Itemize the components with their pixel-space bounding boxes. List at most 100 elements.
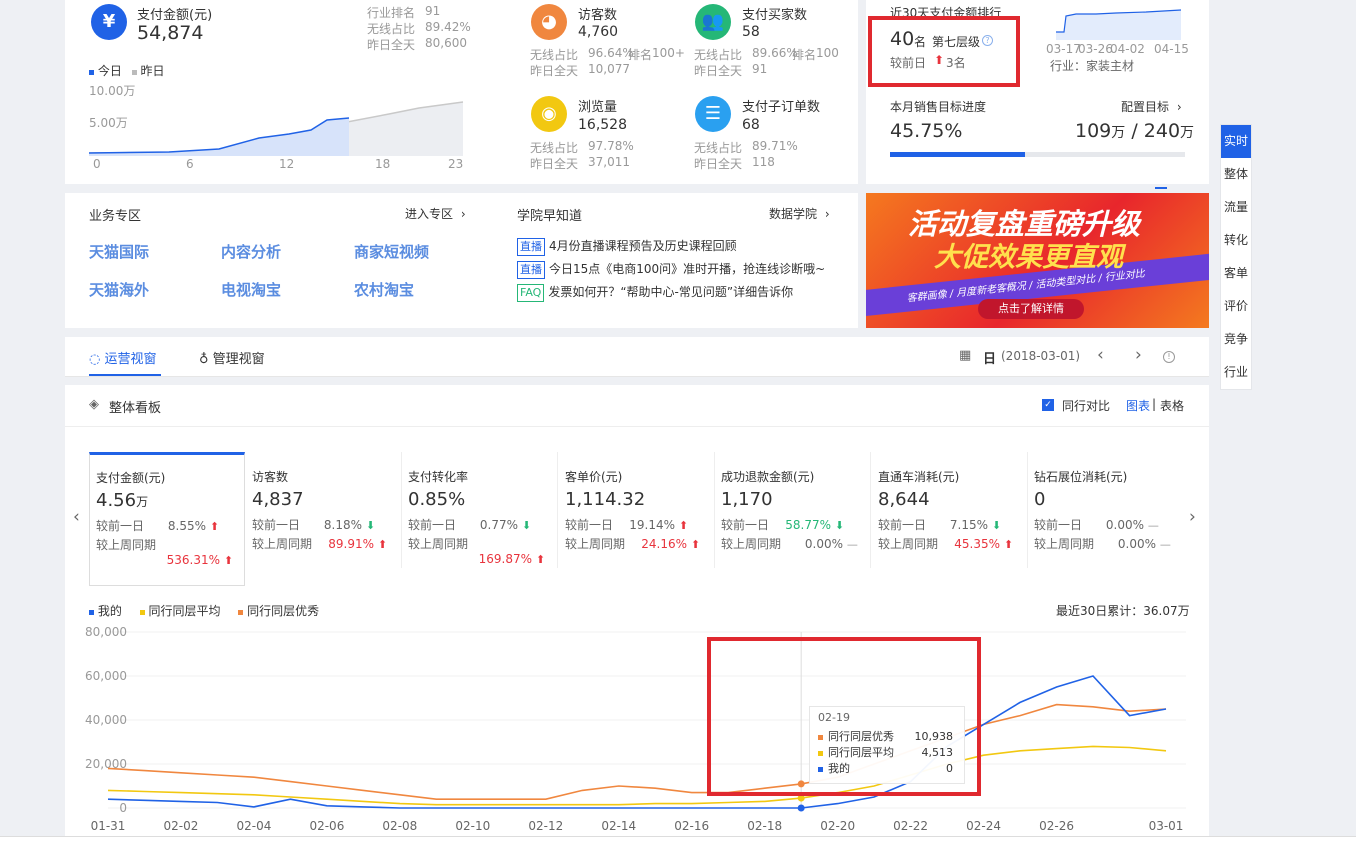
legend-yesterday: 昨日 (140, 64, 165, 78)
arrow-up-icon: ⬆ (678, 519, 689, 532)
kpi-card[interactable]: 钻石展位消耗(元) 0 较前一日 0.00% — 较上周同期 0.00% — (1028, 452, 1184, 568)
kpi-day-value: 8.55% (167, 519, 207, 533)
arrow-down-icon: ⬇ (991, 519, 1002, 532)
kpi-card[interactable]: 成功退款金额(元) 1,170 较前一日 58.77% ⬇ 较上周同期 0.00% … (715, 452, 871, 568)
pageviews-wireless-value: 97.78% (588, 139, 634, 153)
promo-banner[interactable]: 活动复盘重磅升级 大促效果更直观 客群画像 / 月度新老客概况 / 活动类型对比… (866, 193, 1209, 328)
carousel-dots[interactable] (1155, 174, 1183, 208)
legend-yesterday-swatch (131, 70, 137, 75)
link-tmall-overseas[interactable]: 天猫海外 (89, 279, 149, 300)
enter-zone-link[interactable]: 进入专区 › (405, 205, 466, 222)
ranking-x-3: 04-02 (1110, 42, 1145, 56)
sub-orders-label: 支付子订单数 (742, 100, 821, 115)
kpi-title: 成功退款金额(元) (721, 470, 815, 484)
kpi-card[interactable]: 访客数 4,837 较前一日 8.18% ⬇ 较上周同期 89.91% ⬆ (246, 452, 402, 568)
buyers-rank-label: 排名 (792, 48, 817, 62)
toggle-separator: | (1152, 397, 1157, 411)
link-tv-taobao[interactable]: 电视淘宝 (221, 279, 281, 300)
side-nav-conversion[interactable]: 转化 (1221, 224, 1251, 257)
kpi-week-label: 较上周同期 (565, 537, 626, 551)
tooltip-highlight-box (707, 637, 981, 796)
flat-icon: — (1147, 519, 1159, 532)
link-tmall-intl[interactable]: 天猫国际 (89, 241, 149, 262)
news-item[interactable]: 直播 今日15点《电商100问》准时开播，抢连线诊断哦~ (517, 260, 825, 279)
side-nav-competition[interactable]: 竞争 (1221, 323, 1251, 356)
kpi-week-label: 较上周同期 (408, 537, 469, 551)
y-tick-label: 60,000 (85, 669, 127, 683)
kpi-day-label: 较前一日 (878, 518, 927, 532)
enter-zone-label: 进入专区 (405, 207, 454, 221)
date-unit[interactable]: 日 (983, 348, 996, 367)
link-short-video[interactable]: 商家短视频 (354, 241, 429, 262)
kpi-week-label: 较上周同期 (878, 537, 939, 551)
news-item[interactable]: FAQ 发票如何开？“帮助中心-常见问题”详细告诉你 (517, 283, 825, 302)
link-content-analysis[interactable]: 内容分析 (221, 241, 281, 262)
kpi-value: 1,114.32 (565, 489, 708, 510)
sub-orders-yesterday-value: 118 (752, 155, 775, 169)
kpi-card[interactable]: 客单价(元) 1,114.32 较前一日 19.14% ⬆ 较上周同期 24.16%… (559, 452, 715, 568)
legend-excellent[interactable]: 同行同层优秀 (247, 604, 319, 618)
news-item[interactable]: 直播 4月份直播课程预告及历史课程回顾 (517, 237, 825, 256)
kpi-day-label: 较前一日 (721, 518, 770, 532)
calendar-icon[interactable]: ▦ (959, 348, 971, 363)
ranking-x-2: 03-26 (1078, 42, 1113, 56)
prev-date-icon[interactable]: ‹ (1097, 345, 1104, 365)
help-icon[interactable]: ! (1163, 351, 1175, 363)
side-nav-traffic[interactable]: 流量 (1221, 191, 1251, 224)
chart-toggle[interactable]: 图表 (1126, 397, 1150, 414)
kpi-row-day: 较前一日 8.18% ⬇ (252, 516, 395, 533)
ranking-trend-chart (1056, 9, 1181, 40)
config-target-label: 配置目标 (1121, 100, 1170, 114)
legend-mine[interactable]: 我的 (98, 604, 122, 618)
kpi-week-value: 89.91% (328, 537, 375, 551)
academy-title: 学院早知道 (517, 209, 583, 224)
side-nav-review[interactable]: 评价 (1221, 290, 1251, 323)
ranking-x-1: 03-17 (1046, 42, 1081, 56)
legend-avg[interactable]: 同行同层平均 (149, 604, 221, 618)
table-toggle[interactable]: 表格 (1160, 397, 1184, 414)
kpi-day-value: 58.77% (785, 518, 832, 532)
kpi-day-label: 较前一日 (565, 518, 614, 532)
kpi-title: 支付金额(元) (96, 471, 166, 485)
side-nav-overall[interactable]: 整体 (1221, 158, 1251, 191)
sub-orders-value: 68 (742, 117, 760, 133)
config-target-link[interactable]: 配置目标 › (1121, 98, 1182, 115)
cumulative-value: 36.07万 (1143, 604, 1190, 618)
y-tick-label: 40,000 (85, 713, 127, 727)
buyers-label: 支付买家数 (742, 8, 808, 23)
compare-checkbox[interactable]: ✓ (1042, 399, 1054, 411)
side-nav-order[interactable]: 客单 (1221, 257, 1251, 290)
kpi-title: 直通车消耗(元) (878, 470, 960, 484)
kpi-card[interactable]: 支付金额(元) 4.56万 较前一日 8.55% ⬆ 较上周同期 536.31% ⬆ (89, 452, 245, 586)
medal-icon: ♁ (199, 352, 209, 367)
next-date-icon[interactable]: › (1135, 345, 1142, 365)
side-nav: 实时 整体 流量 转化 客单 评价 竞争 行业 (1220, 124, 1252, 390)
link-rural-taobao[interactable]: 农村淘宝 (354, 279, 414, 300)
tab-underline (89, 374, 161, 376)
tab-mgmt-label: 管理视窗 (212, 352, 265, 367)
kpi-card[interactable]: 直通车消耗(元) 8,644 较前一日 7.15% ⬇ 较上周同期 45.35% ⬆ (872, 452, 1028, 568)
tab-ops-view[interactable]: ◌ 运营视窗 (89, 348, 157, 367)
flat-icon: — (1159, 538, 1171, 551)
x-tick-label: 02-16 (674, 819, 709, 833)
kpi-card[interactable]: 支付转化率 0.85% 较前一日 0.77% ⬇ 较上周同期 169.87% ⬆ (402, 452, 558, 568)
kpi-next-icon[interactable]: › (1189, 507, 1196, 527)
chevron-right-icon: › (1176, 100, 1182, 114)
data-academy-link[interactable]: 数据学院 › (769, 205, 830, 222)
side-nav-industry[interactable]: 行业 (1221, 356, 1251, 389)
carousel-dot-1[interactable] (1155, 187, 1167, 189)
kpi-prev-icon[interactable]: ‹ (73, 507, 80, 527)
visitors-wireless-value: 96.64% (588, 46, 634, 60)
tab-mgmt-view[interactable]: ♁ 管理视窗 (199, 348, 265, 367)
news-text: 发票如何开？“帮助中心-常见问题”详细告诉你 (548, 285, 794, 299)
kpi-day-value: 8.18% (323, 518, 363, 532)
side-nav-realtime[interactable]: 实时 (1221, 125, 1251, 158)
x-tick-label: 02-04 (236, 819, 271, 833)
legend-avg-swatch (139, 610, 145, 615)
banner-cta-button[interactable]: 点击了解详情 (978, 299, 1084, 319)
kpi-row-day: 较前一日 8.55% ⬆ (96, 517, 238, 534)
x-tick-label: 02-02 (164, 819, 199, 833)
arrow-up-icon: ⬆ (690, 538, 701, 551)
visitors-yesterday-label: 昨日全天 (530, 64, 579, 78)
academy-news-list: 直播 4月份直播课程预告及历史课程回顾 直播 今日15点《电商100问》准时开播，抢… (517, 237, 825, 306)
